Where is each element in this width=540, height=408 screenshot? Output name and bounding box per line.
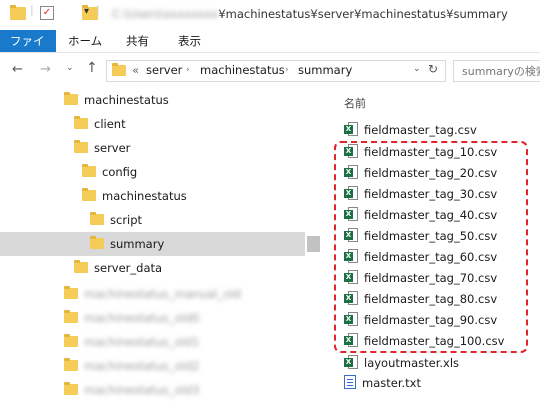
excel-xls-icon: X [344,355,358,369]
tree-item-blurred[interactable]: machinestatus_manual_old [64,284,241,304]
tree-item-script[interactable]: script [90,210,142,230]
tree-item-label: config [102,165,138,179]
search-placeholder: summaryの検索 [462,65,540,78]
tree-item-label: machinestatus [84,93,169,107]
tree-item-label: summary [110,237,165,251]
window-title: C:\Users\xxxxxxxx¥machinestatus¥server¥m… [112,7,508,21]
tree-item-label: client [94,117,126,131]
recent-locations-icon[interactable]: ⌄ [66,63,74,73]
tree-item-blurred[interactable]: machinestatus_old1 [64,332,199,352]
tree-item-client[interactable]: client [74,114,126,134]
back-arrow-icon[interactable]: ← [12,62,23,77]
tree-item-blurred[interactable]: machinestatus_old3 [64,380,199,400]
folder-icon [10,5,26,20]
tree-item-server[interactable]: server [74,138,130,158]
tree-item-label: machinestatus_old3 [84,383,200,397]
ribbon: ファイル ホーム 共有 表示 [0,30,540,70]
chevron-right-icon[interactable]: › [186,65,190,75]
text-file-icon [344,375,356,389]
tree-item-machinestatus-sub[interactable]: machinestatus [82,186,187,206]
chevron-down-icon[interactable]: ⌄ [413,64,421,74]
tab-share[interactable]: 共有 [116,30,159,52]
tree-item-label: script [110,213,143,227]
highlight-annotation [334,141,528,353]
folder-icon [64,310,78,323]
up-arrow-icon[interactable]: ↑ [86,60,98,76]
folder-icon [82,188,96,201]
tab-file[interactable]: ファイル [0,30,56,70]
excel-csv-icon: X [344,122,358,136]
folder-icon [90,212,104,225]
properties-icon[interactable]: ✓ [40,6,54,20]
tree-item-label: machinestatus [102,189,187,203]
tree-item-config[interactable]: config [82,162,137,182]
folder-icon [64,358,78,371]
file-item[interactable]: master.txt [344,373,421,393]
folder-icon [82,164,96,177]
folder-icon [64,382,78,395]
tree-item-blurred[interactable]: machinestatus_old0 [64,308,199,328]
file-item[interactable]: Xlayoutmaster.xls [344,353,459,373]
scrollbar-thumb[interactable] [307,236,320,252]
tree-item-blurred[interactable]: machinestatus_old2 [64,356,199,376]
breadcrumb-summary[interactable]: summary [298,63,352,77]
breadcrumb-machinestatus[interactable]: machinestatus [200,63,285,77]
folder-icon [64,334,78,347]
title-path: ¥machinestatus¥server¥machinestatus¥summ… [218,7,508,21]
title-bar: | ✓ ▾ | C:\Users\xxxxxxxx¥machinestatus¥… [0,0,540,30]
tree-item-label: machinestatus_old2 [84,359,200,373]
tree-item-machinestatus[interactable]: machinestatus [64,90,169,110]
file-name: master.txt [362,376,421,390]
tab-home[interactable]: ホーム [58,30,112,52]
breadcrumb-server[interactable]: server [146,63,182,77]
tree-item-label: server [94,141,131,155]
tree-item-summary[interactable]: summary [90,234,164,254]
folder-icon [74,116,88,129]
folder-icon [112,63,126,76]
folder-icon [64,286,78,299]
folder-icon [74,260,88,273]
folder-icon [74,140,88,153]
file-name: fieldmaster_tag.csv [364,123,477,137]
customize-quick-access-icon[interactable]: ▾ [84,6,89,17]
tree-item-label: machinestatus_old0 [84,311,200,325]
column-header-name[interactable]: 名前 [344,95,366,111]
tab-view[interactable]: 表示 [168,30,211,52]
folder-icon [64,92,78,105]
title-path-prefix: C:\Users\xxxxxxxx [112,7,219,21]
tree-item-server-data[interactable]: server_data [74,258,162,278]
address-overflow[interactable]: « [132,63,139,77]
file-name: layoutmaster.xls [364,356,460,370]
separator: | [96,3,100,16]
folder-icon [90,236,104,249]
tree-item-label: server_data [94,261,163,275]
file-item[interactable]: Xfieldmaster_tag.csv [344,120,477,140]
tree-item-label: machinestatus_old1 [84,335,200,349]
chevron-right-icon[interactable]: › [285,65,289,75]
separator: | [30,3,34,16]
refresh-icon[interactable]: ↻ [428,62,438,76]
tree-item-label: machinestatus_manual_old [84,287,241,301]
forward-arrow-icon[interactable]: → [40,62,51,77]
